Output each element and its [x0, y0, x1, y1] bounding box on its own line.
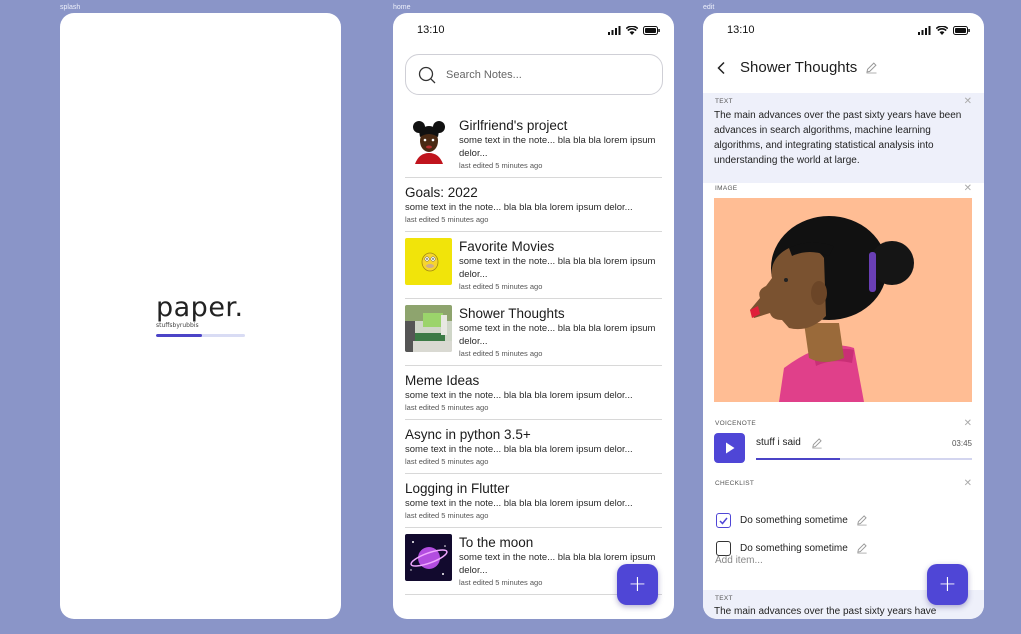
note-last-edited: last edited 5 minutes ago	[405, 403, 489, 412]
loading-progress-fill	[156, 334, 203, 337]
battery-icon	[953, 25, 970, 35]
voicenote-title[interactable]: stuff i said	[756, 437, 801, 448]
note-title: Meme Ideas	[405, 373, 480, 388]
status-time: 13:10	[417, 24, 445, 36]
text-block: TEXT ✕ The main advances over the past s…	[703, 93, 984, 183]
close-icon[interactable]: ✕	[964, 478, 972, 489]
frame-label-edit: edit	[703, 4, 715, 11]
frame-label-home: home	[393, 4, 411, 11]
note-preview: some text in the note... bla bla bla lor…	[459, 323, 656, 347]
note-title: Logging in Flutter	[405, 481, 510, 496]
note-last-edited: last edited 5 minutes ago	[405, 457, 489, 466]
voicenote-progress-bar[interactable]	[756, 458, 972, 460]
note-title: Girlfriend's project	[459, 118, 568, 133]
home-screen: 13:10 Girlfriend's project some text in t…	[393, 13, 674, 619]
note-list-item[interactable]: Girlfriend's project some text in the not…	[405, 111, 662, 178]
edit-voicenote-pencil-icon[interactable]	[811, 437, 823, 449]
checkbox-checked[interactable]	[716, 513, 731, 528]
close-icon[interactable]: ✕	[964, 96, 972, 107]
note-title: Goals: 2022	[405, 185, 478, 200]
note-last-edited: last edited 5 minutes ago	[405, 215, 489, 224]
signal-icon	[608, 25, 621, 35]
note-title: Shower Thoughts	[459, 306, 565, 321]
voicenote-block: VOICENOTE ✕ stuff i said 03:45	[703, 418, 984, 478]
loading-progress-bar	[156, 334, 245, 337]
frame-label-splash: splash	[60, 4, 81, 11]
note-preview: some text in the note... bla bla bla lor…	[405, 498, 633, 509]
search-icon	[418, 66, 436, 83]
checkmark-icon	[719, 517, 728, 525]
checkbox-unchecked[interactable]	[716, 541, 731, 556]
note-preview: some text in the note... bla bla bla lor…	[405, 444, 633, 455]
note-list-item[interactable]: Shower Thoughts some text in the note... …	[405, 299, 662, 366]
note-preview: some text in the note... bla bla bla lor…	[405, 390, 633, 401]
note-list-item[interactable]: Async in python 3.5+ some text in the not…	[405, 420, 662, 474]
portrait-illustration	[714, 198, 972, 402]
note-last-edited: last edited 5 minutes ago	[459, 282, 543, 291]
status-bar: 13:10	[417, 23, 660, 37]
text-block-content[interactable]: The main advances over the past sixty ye…	[714, 108, 974, 168]
edit-item-pencil-icon[interactable]	[856, 511, 868, 530]
close-icon[interactable]: ✕	[964, 418, 972, 429]
play-button[interactable]	[714, 433, 745, 463]
voicenote-duration: 03:45	[951, 439, 972, 448]
edit-item-pencil-icon[interactable]	[856, 539, 868, 558]
checklist-block-label: CHECKLIST	[715, 480, 755, 487]
checklist-item-label[interactable]: Do something sometime	[740, 515, 848, 526]
note-list-item[interactable]: Goals: 2022 some text in the note... bla …	[405, 178, 662, 232]
add-block-button[interactable]: +	[927, 564, 968, 605]
status-time: 13:10	[727, 24, 755, 36]
back-arrow-icon[interactable]	[715, 61, 729, 75]
logo-subtitle: stuffsbyrubbis	[156, 322, 199, 329]
note-preview: some text in the note... bla bla bla lor…	[459, 256, 656, 280]
note-preview: some text in the note... bla bla bla lor…	[405, 202, 633, 213]
add-note-button[interactable]: +	[617, 564, 658, 605]
note-last-edited: last edited 5 minutes ago	[459, 349, 543, 358]
app-logo: paper.	[156, 292, 244, 323]
note-title: Favorite Movies	[459, 239, 555, 254]
close-icon[interactable]: ✕	[964, 183, 972, 194]
note-title: Async in python 3.5+	[405, 427, 531, 442]
note-thumbnail	[405, 117, 452, 164]
battery-icon	[643, 25, 660, 35]
status-bar: 13:10	[727, 23, 970, 37]
splash-screen: paper. stuffsbyrubbis	[60, 13, 341, 619]
note-thumbnail	[405, 534, 452, 581]
edit-header: Shower Thoughts	[715, 59, 878, 76]
checklist-item-label[interactable]: Do something sometime	[740, 543, 848, 554]
wifi-icon	[936, 25, 948, 35]
edit-screen: 13:10 Shower Thoughts TEXT ✕ The main ad…	[703, 13, 984, 619]
notes-list: Girlfriend's project some text in the not…	[405, 111, 662, 595]
note-title: To the moon	[459, 535, 534, 550]
note-list-item[interactable]: Meme Ideas some text in the note... bla b…	[405, 366, 662, 420]
voicenote-block-label: VOICENOTE	[715, 420, 756, 427]
image-block: IMAGE ✕	[703, 183, 984, 408]
text-block-label: TEXT	[715, 98, 733, 105]
note-thumbnail	[405, 305, 452, 352]
signal-icon	[918, 25, 931, 35]
voicenote-progress-fill	[756, 458, 841, 460]
text-block-content[interactable]: The main advances over the past sixty ye…	[714, 604, 974, 619]
search-bar[interactable]	[405, 54, 663, 95]
add-checklist-item[interactable]: Add item...	[715, 555, 763, 566]
note-image	[714, 198, 972, 402]
note-list-item[interactable]: Favorite Movies some text in the note... …	[405, 232, 662, 299]
checklist-item[interactable]: Do something sometime	[716, 511, 868, 530]
note-thumbnail	[405, 238, 452, 285]
edit-title-pencil-icon[interactable]	[865, 61, 878, 74]
note-title[interactable]: Shower Thoughts	[740, 59, 857, 76]
text-block-label: TEXT	[715, 595, 733, 602]
wifi-icon	[626, 25, 638, 35]
note-list-item[interactable]: Logging in Flutter some text in the note.…	[405, 474, 662, 528]
play-icon	[725, 442, 734, 454]
note-preview: some text in the note... bla bla bla lor…	[459, 135, 656, 159]
image-block-label: IMAGE	[715, 185, 738, 192]
search-input[interactable]	[446, 68, 646, 81]
note-last-edited: last edited 5 minutes ago	[405, 511, 489, 520]
note-last-edited: last edited 5 minutes ago	[459, 161, 543, 170]
